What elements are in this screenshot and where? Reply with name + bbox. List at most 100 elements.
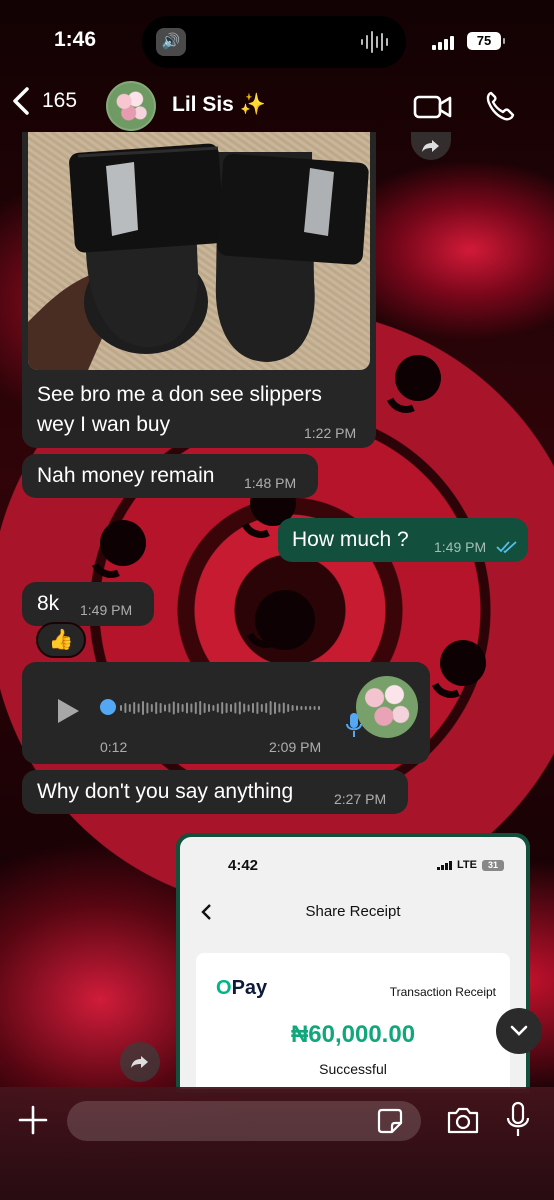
wallpaper-shape [395, 355, 441, 401]
waveform-bar [247, 704, 250, 712]
waveform-bar [194, 702, 197, 714]
waveform-bar [304, 706, 307, 710]
wallpaper-shape [440, 640, 486, 686]
message-text: Why don't you say anything [37, 780, 294, 803]
reaction-badge[interactable]: 👍 [36, 622, 86, 658]
message-input[interactable] [67, 1101, 421, 1141]
message-text: wey I wan buy [37, 413, 171, 436]
waveform-bar [230, 704, 232, 712]
waveform-bar [216, 703, 219, 713]
message-time: 1:49 PM [434, 539, 487, 555]
waveform-bar [128, 704, 131, 712]
camera-icon[interactable] [446, 1105, 480, 1135]
scroll-down-button[interactable] [496, 1008, 542, 1054]
waveform-bar [212, 705, 215, 711]
receipt-title: Share Receipt [305, 903, 401, 920]
receipt-screenshot[interactable]: 4:42 LTE 31 Share Receipt OPay Transacti… [180, 837, 526, 1089]
waveform-bar [225, 703, 228, 713]
incoming-message[interactable]: Nah money remain 1:48 PM [22, 454, 318, 498]
receipt-status-time: 4:42 [228, 857, 259, 874]
waveform-bar [243, 703, 246, 713]
chat-header: 165 Lil Sis ✨ [0, 78, 554, 136]
waveform-bar [265, 703, 268, 713]
waveform-bar [142, 701, 144, 715]
waveform-bar [208, 704, 210, 712]
battery-icon: 75 [467, 32, 505, 50]
sticker-icon[interactable] [377, 1108, 403, 1134]
waveform-icon [361, 30, 388, 54]
message-time: 1:49 PM [80, 602, 133, 618]
slippers-image [28, 143, 369, 370]
speaker-icon: 🔊 [156, 28, 186, 56]
waveform-bar [252, 703, 254, 713]
signal-icon [432, 36, 454, 50]
voice-duration: 0:12 [100, 739, 128, 755]
voice-message[interactable]: 0:12 2:09 PM [22, 662, 430, 764]
voice-call-button[interactable] [485, 90, 515, 122]
waveform-bar [150, 704, 153, 712]
sender-avatar [356, 676, 418, 738]
waveform-bar [238, 701, 241, 715]
battery-icon: 31 [482, 859, 504, 871]
waveform-bar [172, 701, 175, 715]
photo-message[interactable]: See bro me a don see slippers wey I wan … [22, 132, 451, 448]
waveform-bar [282, 702, 285, 714]
status-bar: 1:46 🔊 75 [0, 0, 554, 80]
incoming-message[interactable]: 8k 1:49 PM [22, 582, 154, 626]
waveform-bar [287, 704, 290, 712]
receipt-card: OPay Transaction Receipt ₦60,000.00 Succ… [196, 953, 510, 1089]
forward-icon [422, 140, 439, 152]
waveform-bar [274, 702, 276, 714]
microphone-icon[interactable] [505, 1101, 531, 1139]
message-text: 8k [37, 592, 60, 615]
waveform-bar [124, 703, 127, 713]
status-time: 1:46 [54, 28, 97, 51]
waveform-bar [146, 702, 149, 714]
play-icon[interactable] [56, 698, 80, 724]
receipt-amount: ₦60,000.00 [290, 1021, 416, 1048]
waveform-bar [203, 703, 206, 713]
receipt-image-message[interactable]: 4:42 LTE 31 Share Receipt OPay Transacti… [176, 833, 530, 1093]
back-button[interactable]: 165 [10, 86, 77, 116]
contact-name[interactable]: Lil Sis ✨ [172, 93, 266, 117]
incoming-message[interactable]: Why don't you say anything 2:27 PM [22, 770, 408, 814]
outgoing-message[interactable]: How much ? 1:49 PM [278, 518, 528, 562]
wallpaper-shape [255, 590, 315, 650]
message-text: See bro me a don see slippers [37, 383, 322, 406]
wallpaper-shape [100, 520, 146, 566]
waveform-bar [318, 706, 320, 710]
signal-icon [437, 860, 453, 870]
chevron-left-icon [13, 87, 29, 115]
receipt-status-icons: LTE 31 [437, 859, 504, 871]
waveform-bar [181, 704, 184, 712]
message-time: 2:27 PM [334, 791, 387, 807]
waveform-bar [177, 703, 180, 713]
waveform-bar [269, 701, 272, 715]
message-text: Nah money remain [37, 464, 215, 487]
forward-button[interactable] [120, 1042, 160, 1082]
waveform-bar [234, 702, 237, 714]
add-attachment-button[interactable] [14, 1101, 52, 1139]
waveform-bar [300, 706, 303, 710]
waveform-bar [168, 703, 171, 713]
waveform-bar [199, 701, 202, 715]
waveform-bar [164, 704, 166, 712]
waveform-bar [186, 702, 188, 714]
opay-logo: OPay [216, 977, 268, 999]
waveform-bar [291, 705, 294, 711]
waveform-bar [278, 703, 281, 713]
waveform-bar [309, 706, 312, 710]
read-receipt-icon [496, 541, 517, 554]
voice-progress-dot[interactable] [100, 699, 116, 715]
message-photo[interactable] [28, 132, 370, 370]
message-time: 2:09 PM [269, 739, 322, 755]
voice-waveform[interactable] [118, 696, 324, 720]
forward-icon [131, 1056, 148, 1068]
dynamic-island: 🔊 [142, 16, 406, 68]
video-call-button[interactable] [413, 92, 453, 122]
message-time: 1:48 PM [244, 475, 297, 491]
waveform-bar [313, 706, 316, 710]
message-composer [0, 1087, 554, 1200]
message-text: How much ? [292, 528, 409, 551]
avatar[interactable] [106, 81, 156, 131]
